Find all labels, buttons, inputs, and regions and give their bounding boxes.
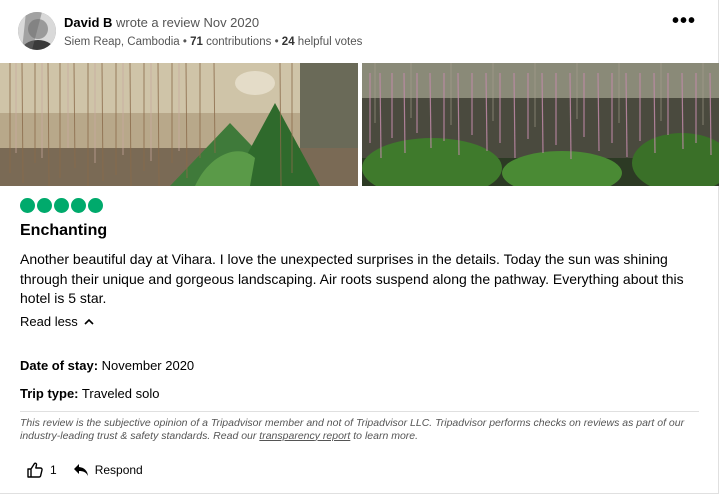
trip-type-label: Trip type: <box>20 386 79 401</box>
helpful-count: 24 <box>281 36 295 48</box>
helpful-vote-button[interactable]: 1 <box>26 461 57 479</box>
date-of-stay-value: November 2020 <box>101 358 195 373</box>
more-options-button[interactable]: ••• <box>672 10 696 33</box>
trip-type: Trip type: Traveled solo <box>20 386 159 401</box>
rating-bubble <box>88 198 103 213</box>
review-photos <box>0 63 719 186</box>
avatar-image <box>18 12 56 50</box>
meta-separator: • <box>182 36 187 48</box>
transparency-report-link[interactable]: transparency report <box>259 430 350 442</box>
date-of-stay-label: Date of stay: <box>20 358 99 373</box>
photo-hanging-roots-garden <box>0 63 358 186</box>
meta-separator-2: • <box>274 36 279 48</box>
respond-label: Respond <box>94 463 143 477</box>
reply-arrow-icon <box>73 464 88 476</box>
date-of-stay: Date of stay: November 2020 <box>20 358 194 373</box>
rating-bubble <box>37 198 52 213</box>
respond-button[interactable]: Respond <box>73 463 143 477</box>
review-photo-2[interactable] <box>362 63 719 186</box>
photo-air-roots-pathway <box>362 63 719 186</box>
review-photo-1[interactable] <box>0 63 358 186</box>
author-meta: Siem Reap, Cambodia • 71 contributions •… <box>64 36 362 48</box>
rating-bubble <box>71 198 86 213</box>
trip-type-value: Traveled solo <box>81 386 160 401</box>
helpful-vote-count: 1 <box>50 463 57 477</box>
contributions-count: 71 <box>190 36 203 48</box>
author-name[interactable]: David B <box>64 15 112 30</box>
review-title[interactable]: Enchanting <box>20 222 107 240</box>
contributions-label: contributions <box>206 36 272 48</box>
helpful-label: helpful votes <box>297 36 363 48</box>
review-card: David B wrote a review Nov 2020 Siem Rea… <box>0 0 719 494</box>
review-header: David B wrote a review Nov 2020 <box>64 15 259 30</box>
read-less-label: Read less <box>20 314 78 329</box>
review-action: wrote a review Nov 2020 <box>116 15 260 30</box>
more-horizontal-icon: ••• <box>671 10 696 32</box>
chevron-up-icon <box>84 318 94 325</box>
disclaimer-text-end: to learn more. <box>353 429 419 442</box>
review-actions: 1 Respond <box>26 461 143 479</box>
rating-bubbles <box>20 198 103 213</box>
read-less-button[interactable]: Read less <box>20 314 94 329</box>
review-text: Another beautiful day at Vihara. I love … <box>20 251 684 306</box>
review-disclaimer: This review is the subjective opinion of… <box>20 417 710 442</box>
rating-bubble <box>20 198 35 213</box>
avatar[interactable] <box>18 12 56 50</box>
divider <box>20 411 699 412</box>
thumbs-up-icon <box>27 462 43 478</box>
rating-bubble <box>54 198 69 213</box>
author-location: Siem Reap, Cambodia <box>64 36 180 48</box>
